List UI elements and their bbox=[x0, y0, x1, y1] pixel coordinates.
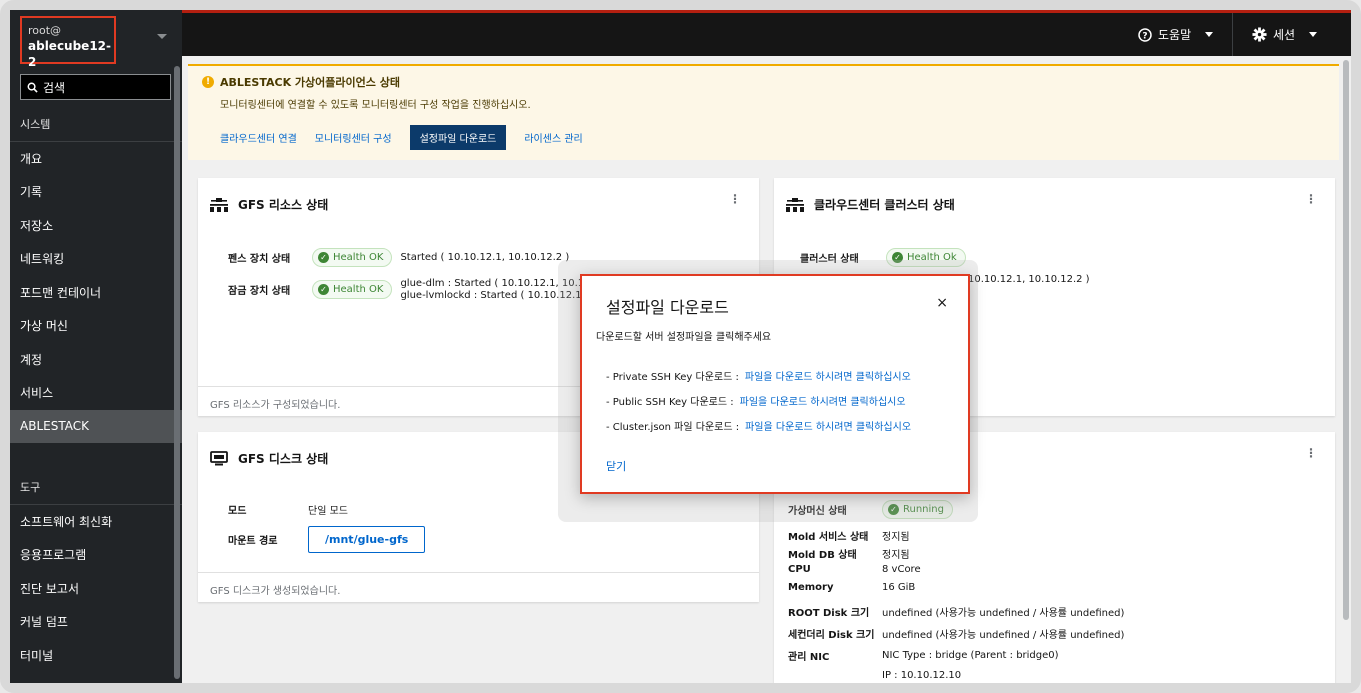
download-public-key-link[interactable]: 파일을 다운로드 하시려면 클릭하십시오 bbox=[740, 397, 906, 408]
root-disk-value: undefined (사용가능 undefined / 사용률 undefine… bbox=[882, 608, 1125, 619]
status-alert: ! ABLESTACK 가상어플라이언스 상태 모니터링센터에 연결할 수 있도… bbox=[188, 64, 1339, 160]
app: root@ ablecube12-2 검색 시스템 개요 기록 저장소 네트워킹… bbox=[10, 10, 1351, 683]
caret-down-icon bbox=[1309, 32, 1318, 37]
download-label: - Public SSH Key 다운로드 : bbox=[606, 397, 734, 408]
alert-description: 모니터링센터에 연결할 수 있도록 모니터링센터 구성 작업을 진행하십시오. bbox=[220, 100, 531, 111]
session-label: 세션 bbox=[1273, 28, 1296, 42]
sidebar-item-kdump[interactable]: 커널 덤프 bbox=[10, 605, 182, 639]
root-disk-label: ROOT Disk 크기 bbox=[788, 608, 870, 619]
cluster-nodes-value: 10.10.12.1, 10.10.12.2 ) bbox=[968, 274, 1090, 285]
mount-label: 마운트 경로 bbox=[228, 536, 278, 547]
card-title: GFS 디스크 상태 bbox=[238, 452, 329, 466]
help-menu-button[interactable]: ? 도움말 bbox=[1138, 13, 1214, 56]
kebab-menu-icon[interactable]: ⋮ bbox=[1305, 446, 1317, 460]
sidebar-item-accounts[interactable]: 계정 bbox=[10, 343, 182, 377]
host-name: ablecube12-2 bbox=[28, 39, 112, 69]
configure-monitoring-link[interactable]: 모니터링센터 구성 bbox=[315, 130, 392, 145]
download-label: - Private SSH Key 다운로드 : bbox=[606, 372, 739, 383]
nic-label: 관리 NIC bbox=[788, 652, 830, 663]
memory-value: 16 GiB bbox=[882, 582, 916, 593]
status-badge: ✓ Health OK bbox=[312, 280, 393, 299]
connect-cloud-center-link[interactable]: 클라우드센터 연결 bbox=[220, 130, 297, 145]
sidebar-item-selinux[interactable]: SELinux bbox=[10, 672, 182, 683]
sidebar-item-terminal[interactable]: 터미널 bbox=[10, 639, 182, 673]
nic-value: NIC Type : bridge (Parent : bridge0) bbox=[882, 650, 1059, 661]
search-icon bbox=[27, 82, 38, 93]
lock-label: 잠금 장치 상태 bbox=[228, 286, 291, 297]
topbar: ? 도움말 세션 bbox=[182, 10, 1351, 56]
sidebar-item-updates[interactable]: 소프트웨어 최신화 bbox=[10, 505, 182, 539]
cpu-label: CPU bbox=[788, 564, 811, 575]
sidebar-item-applications[interactable]: 응용프로그램 bbox=[10, 538, 182, 572]
cluster-icon bbox=[210, 197, 228, 212]
nav-section-system: 시스템 bbox=[10, 108, 182, 142]
mode-label: 모드 bbox=[228, 506, 247, 517]
gear-icon bbox=[1252, 27, 1267, 42]
download-private-key-link[interactable]: 파일을 다운로드 하시려면 클릭하십시오 bbox=[745, 372, 911, 383]
sidebar-nav: 시스템 개요 기록 저장소 네트워킹 포드맨 컨테이너 가상 머신 계정 서비스… bbox=[10, 108, 182, 683]
alert-title: ABLESTACK 가상어플라이언스 상태 bbox=[220, 76, 400, 89]
help-icon: ? bbox=[1138, 27, 1152, 42]
memory-label: Memory bbox=[788, 582, 834, 593]
nav-section-tools: 도구 bbox=[10, 471, 182, 505]
mold-db-label: Mold DB 상태 bbox=[788, 550, 857, 561]
secondary-disk-label: 세컨더리 Disk 크기 bbox=[788, 630, 875, 641]
search-input[interactable]: 검색 bbox=[20, 74, 171, 100]
mold-service-value: 정지됨 bbox=[882, 532, 910, 543]
check-circle-icon: ✓ bbox=[318, 252, 329, 263]
ip-value: IP : 10.10.12.10 bbox=[882, 670, 962, 681]
mold-db-value: 정지됨 bbox=[882, 550, 910, 561]
svg-text:?: ? bbox=[1142, 31, 1147, 41]
modal-subtitle: 다운로드할 서버 설정파일을 클릭해주세요 bbox=[596, 332, 772, 343]
download-row-public-key: - Public SSH Key 다운로드 : 파일을 다운로드 하시려면 클릭하… bbox=[606, 393, 906, 408]
host-switcher[interactable]: root@ ablecube12-2 bbox=[20, 16, 116, 69]
sidebar-item-diagnostics[interactable]: 진단 보고서 bbox=[10, 572, 182, 606]
download-row-cluster-json: - Cluster.json 파일 다운로드 : 파일을 다운로드 하시려면 클릭… bbox=[606, 418, 911, 433]
search-label: 검색 bbox=[43, 80, 66, 95]
kebab-menu-icon[interactable]: ⋮ bbox=[729, 192, 741, 206]
sidebar-item-logs[interactable]: 기록 bbox=[10, 175, 182, 209]
disk-monitor-icon bbox=[210, 451, 228, 466]
check-circle-icon: ✓ bbox=[318, 284, 329, 295]
download-config-modal: 설정파일 다운로드 × 다운로드할 서버 설정파일을 클릭해주세요 - Priv… bbox=[580, 274, 970, 494]
download-row-private-key: - Private SSH Key 다운로드 : 파일을 다운로드 하시려면 클릭… bbox=[606, 368, 911, 383]
session-menu-button[interactable]: 세션 bbox=[1252, 13, 1318, 56]
status-badge: ✓ Health OK bbox=[312, 248, 393, 267]
host-user: root@ bbox=[28, 24, 62, 37]
content-scrollbar[interactable] bbox=[1343, 60, 1349, 620]
sidebar-item-storage[interactable]: 저장소 bbox=[10, 209, 182, 243]
download-label: - Cluster.json 파일 다운로드 : bbox=[606, 422, 740, 433]
modal-title: 설정파일 다운로드 bbox=[606, 298, 729, 317]
sidebar-item-overview[interactable]: 개요 bbox=[10, 142, 182, 176]
card-title: 클라우드센터 클러스터 상태 bbox=[814, 198, 955, 212]
fence-label: 펜스 장치 상태 bbox=[228, 254, 291, 265]
close-icon[interactable]: × bbox=[936, 295, 948, 311]
sidebar-scrollbar[interactable] bbox=[174, 66, 180, 679]
kebab-menu-icon[interactable]: ⋮ bbox=[1305, 192, 1317, 206]
secondary-disk-value: undefined (사용가능 undefined / 사용률 undefine… bbox=[882, 630, 1125, 641]
cluster-icon bbox=[786, 197, 804, 212]
mold-service-label: Mold 서비스 상태 bbox=[788, 532, 869, 543]
caret-down-icon bbox=[1205, 32, 1214, 37]
download-config-button[interactable]: 설정파일 다운로드 bbox=[409, 125, 507, 150]
license-manage-link[interactable]: 라이센스 관리 bbox=[524, 130, 582, 145]
help-label: 도움말 bbox=[1158, 28, 1192, 42]
sidebar: root@ ablecube12-2 검색 시스템 개요 기록 저장소 네트워킹… bbox=[10, 10, 182, 683]
card-footer: GFS 디스크가 생성되었습니다. bbox=[198, 572, 759, 602]
card-title: GFS 리소스 상태 bbox=[238, 198, 329, 212]
sidebar-item-networking[interactable]: 네트워킹 bbox=[10, 242, 182, 276]
fence-value: Started ( 10.10.12.1, 10.10.12.2 ) bbox=[400, 252, 570, 263]
warning-icon: ! bbox=[202, 76, 214, 88]
cpu-value: 8 vCore bbox=[882, 564, 921, 575]
sidebar-item-services[interactable]: 서비스 bbox=[10, 376, 182, 410]
sidebar-item-podman[interactable]: 포드맨 컨테이너 bbox=[10, 276, 182, 310]
mode-value: 단일 모드 bbox=[308, 506, 348, 517]
download-cluster-json-link[interactable]: 파일을 다운로드 하시려면 클릭하십시오 bbox=[745, 422, 911, 433]
sidebar-item-ablestack[interactable]: ABLESTACK bbox=[10, 409, 182, 443]
mount-path-button[interactable]: /mnt/glue-gfs bbox=[308, 526, 426, 553]
modal-close-button[interactable]: 닫기 bbox=[606, 458, 626, 474]
sidebar-item-vms[interactable]: 가상 머신 bbox=[10, 309, 182, 343]
host-dropdown-icon[interactable] bbox=[157, 34, 167, 39]
